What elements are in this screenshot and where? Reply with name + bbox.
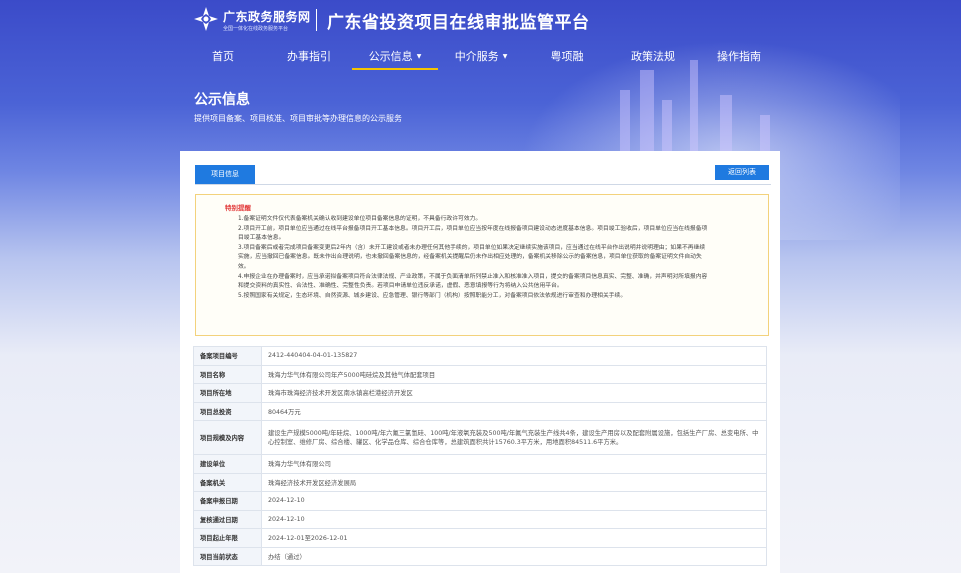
notice-item: 1.备案证明文件仅代表备案机关确认收到建设单位项目备案信息的证明，不具备行政许可… [238,216,482,222]
field-label: 备案项目编号 [193,346,262,366]
nav-item-policy[interactable]: 政策法规 [610,44,696,70]
project-detail-table: 备案项目编号 2412-440404-04-01-135827 项目名称 珠海力华气… [193,346,767,566]
field-value: 珠海力华气体有限公司年产5000吨硅烷及其他气体配套项目 [261,364,767,384]
notice-box: 特别提醒 1.备案证明文件仅代表备案机关确认收到建设单位项目备案信息的证明，不具… [195,194,769,336]
field-value: 2024-12-10 [261,491,767,511]
field-label: 项目总投资 [193,401,262,421]
notice-item: 2.项目开工前，项目单位应当通过在线平台报备项目开工基本信息。项目开工后，项目单… [238,225,708,242]
tab-underline [195,184,771,185]
platform-title[interactable]: 广东省投资项目在线审批监管平台 [327,8,590,33]
nav-item-public-info[interactable]: 公示信息 ▼ [352,44,438,70]
field-label: 复核通过日期 [193,509,262,529]
notice-item: 4.申报企业在办理备案时，应当承诺拟备案项目符合法律法规、产业政策，不属于负面清… [238,273,708,290]
caret-down-icon: ▼ [416,53,422,60]
nav-item-yuexiangrong[interactable]: 粤项融 [524,44,610,70]
table-row: 备案机关 珠海经济技术开发区经济发展局 [193,472,767,492]
nav-item-home[interactable]: 首页 [180,44,266,70]
page-description: 提供项目备案、项目核准、项目审批等办理信息的公示服务 [194,114,402,123]
nav-item-intermediary[interactable]: 中介服务 ▼ [438,44,524,70]
table-row: 复核通过日期 2024-12-10 [193,509,767,529]
field-label: 建设单位 [193,454,262,474]
field-label: 项目当前状态 [193,546,262,566]
field-value: 80464万元 [261,401,767,421]
brand-name[interactable]: 广东政务服务网 [223,8,311,25]
field-value: 2024-12-10 [261,509,767,529]
brand-subtitle: 全国一体化在线政务服务平台 [223,26,289,32]
field-label: 备案机关 [193,472,262,492]
table-row: 项目所在地 珠海市珠海经济技术开发区南水镇高栏港经济开发区 [193,383,767,403]
site-header: 广东政务服务网 全国一体化在线政务服务平台 广东省投资项目在线审批监管平台 [0,0,961,42]
field-value: 珠海力华气体有限公司 [261,454,767,474]
field-value: 珠海市珠海经济技术开发区南水镇高栏港经济开发区 [261,383,767,403]
table-row: 项目规模及内容 建设生产规模5000吨/年硅烷、1000吨/年六氟三氯氢硅、100… [193,420,767,455]
table-row: 项目当前状态 办结（通过） [193,546,767,566]
content-card: 项目信息 返回列表 特别提醒 1.备案证明文件仅代表备案机关确认收到建设单位项目… [180,151,780,573]
table-row: 备案项目编号 2412-440404-04-01-135827 [193,346,767,366]
notice-title: 特别提醒 [225,204,251,212]
table-row: 项目名称 珠海力华气体有限公司年产5000吨硅烷及其他气体配套项目 [193,364,767,384]
main-nav: 首页 办事指引 公示信息 ▼ 中介服务 ▼ 粤项融 政策法规 操作指南 [180,44,782,70]
field-value: 2412-440404-04-01-135827 [261,346,767,366]
page-title: 公示信息 [194,92,250,108]
field-label: 项目起止年限 [193,528,262,548]
caret-down-icon: ▼ [502,53,508,60]
notice-item: 3.项目备案后或者完成项目备案变更后2年内（含）未开工建设或者未办理任何其他手续… [238,244,706,270]
field-label: 项目名称 [193,364,262,384]
field-label: 备案申报日期 [193,491,262,511]
notice-item: 5.按照国家有关规定，生态环境、自然资源、城乡建设、应急管理、银行等部门（机构）… [238,292,627,299]
field-value: 2024-12-01至2026-12-01 [261,528,767,548]
table-row: 备案申报日期 2024-12-10 [193,491,767,511]
table-row: 建设单位 珠海力华气体有限公司 [193,454,767,474]
notice-list: 1.备案证明文件仅代表备案机关确认收到建设单位项目备案信息的证明，不具备行政许可… [238,215,708,301]
table-row: 项目总投资 80464万元 [193,401,767,421]
field-value: 办结（通过） [261,546,767,566]
back-to-list-button[interactable]: 返回列表 [715,165,769,180]
table-row: 项目起止年限 2024-12-01至2026-12-01 [193,528,767,548]
header-divider [316,9,317,31]
gov-logo-icon[interactable] [193,6,219,32]
tab-project-info[interactable]: 项目信息 [195,165,255,184]
field-value: 建设生产规模5000吨/年硅烷、1000吨/年六氟三氯氢硅、100吨/年液氧充装… [261,420,767,455]
field-value: 珠海经济技术开发区经济发展局 [261,472,767,492]
field-label: 项目所在地 [193,383,262,403]
nav-item-guide[interactable]: 办事指引 [266,44,352,70]
nav-item-manual[interactable]: 操作指南 [696,44,782,70]
field-label: 项目规模及内容 [193,420,262,455]
